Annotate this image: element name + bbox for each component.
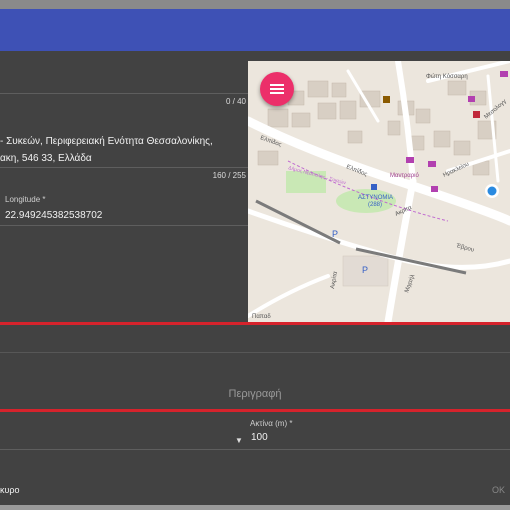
longitude-input[interactable]: 22.949245382538702 xyxy=(5,210,102,221)
address-counter: 160 / 255 xyxy=(212,171,246,180)
menu-icon xyxy=(270,84,284,94)
map-label: ΑΣΤΥΝΟΜΙΑ xyxy=(358,195,393,201)
parking-label: P xyxy=(332,229,338,239)
name-counter: 0 / 40 xyxy=(225,97,246,106)
parking-label: P xyxy=(362,265,368,275)
focus-line-top xyxy=(0,322,510,325)
app-toolbar xyxy=(0,9,510,51)
address-field-underline xyxy=(0,167,248,168)
radius-label: Ακτίνα (m) * xyxy=(250,419,293,428)
longitude-label: Longitude * xyxy=(5,195,46,204)
poi-icon xyxy=(383,96,390,103)
description-input[interactable]: Περιγραφή xyxy=(0,388,510,400)
dropdown-arrow-icon[interactable]: ▼ xyxy=(235,436,243,445)
map-label: (288) xyxy=(368,202,382,208)
name-field-underline xyxy=(0,93,248,94)
focus-line-bottom xyxy=(0,409,510,412)
address-line-2[interactable]: ακη, 546 33, Ελλάδα xyxy=(0,153,92,164)
longitude-underline xyxy=(0,225,248,226)
cancel-button[interactable]: κυρο xyxy=(0,485,20,495)
map-label: Μαντραριό xyxy=(390,172,419,179)
map-label: Παπαδ xyxy=(252,314,271,320)
divider xyxy=(0,352,510,353)
map-menu-button[interactable] xyxy=(260,72,294,106)
ok-button[interactable]: OK xyxy=(492,485,505,495)
address-line-1[interactable]: - Συκεών, Περιφερειακή Ενότητα Θεσσαλονί… xyxy=(0,136,213,147)
radius-underline xyxy=(0,449,510,450)
background-map-strip xyxy=(0,505,510,510)
map-label: Φώτη Κόσσαρη xyxy=(426,73,468,80)
radius-input[interactable]: 100 xyxy=(251,432,268,443)
